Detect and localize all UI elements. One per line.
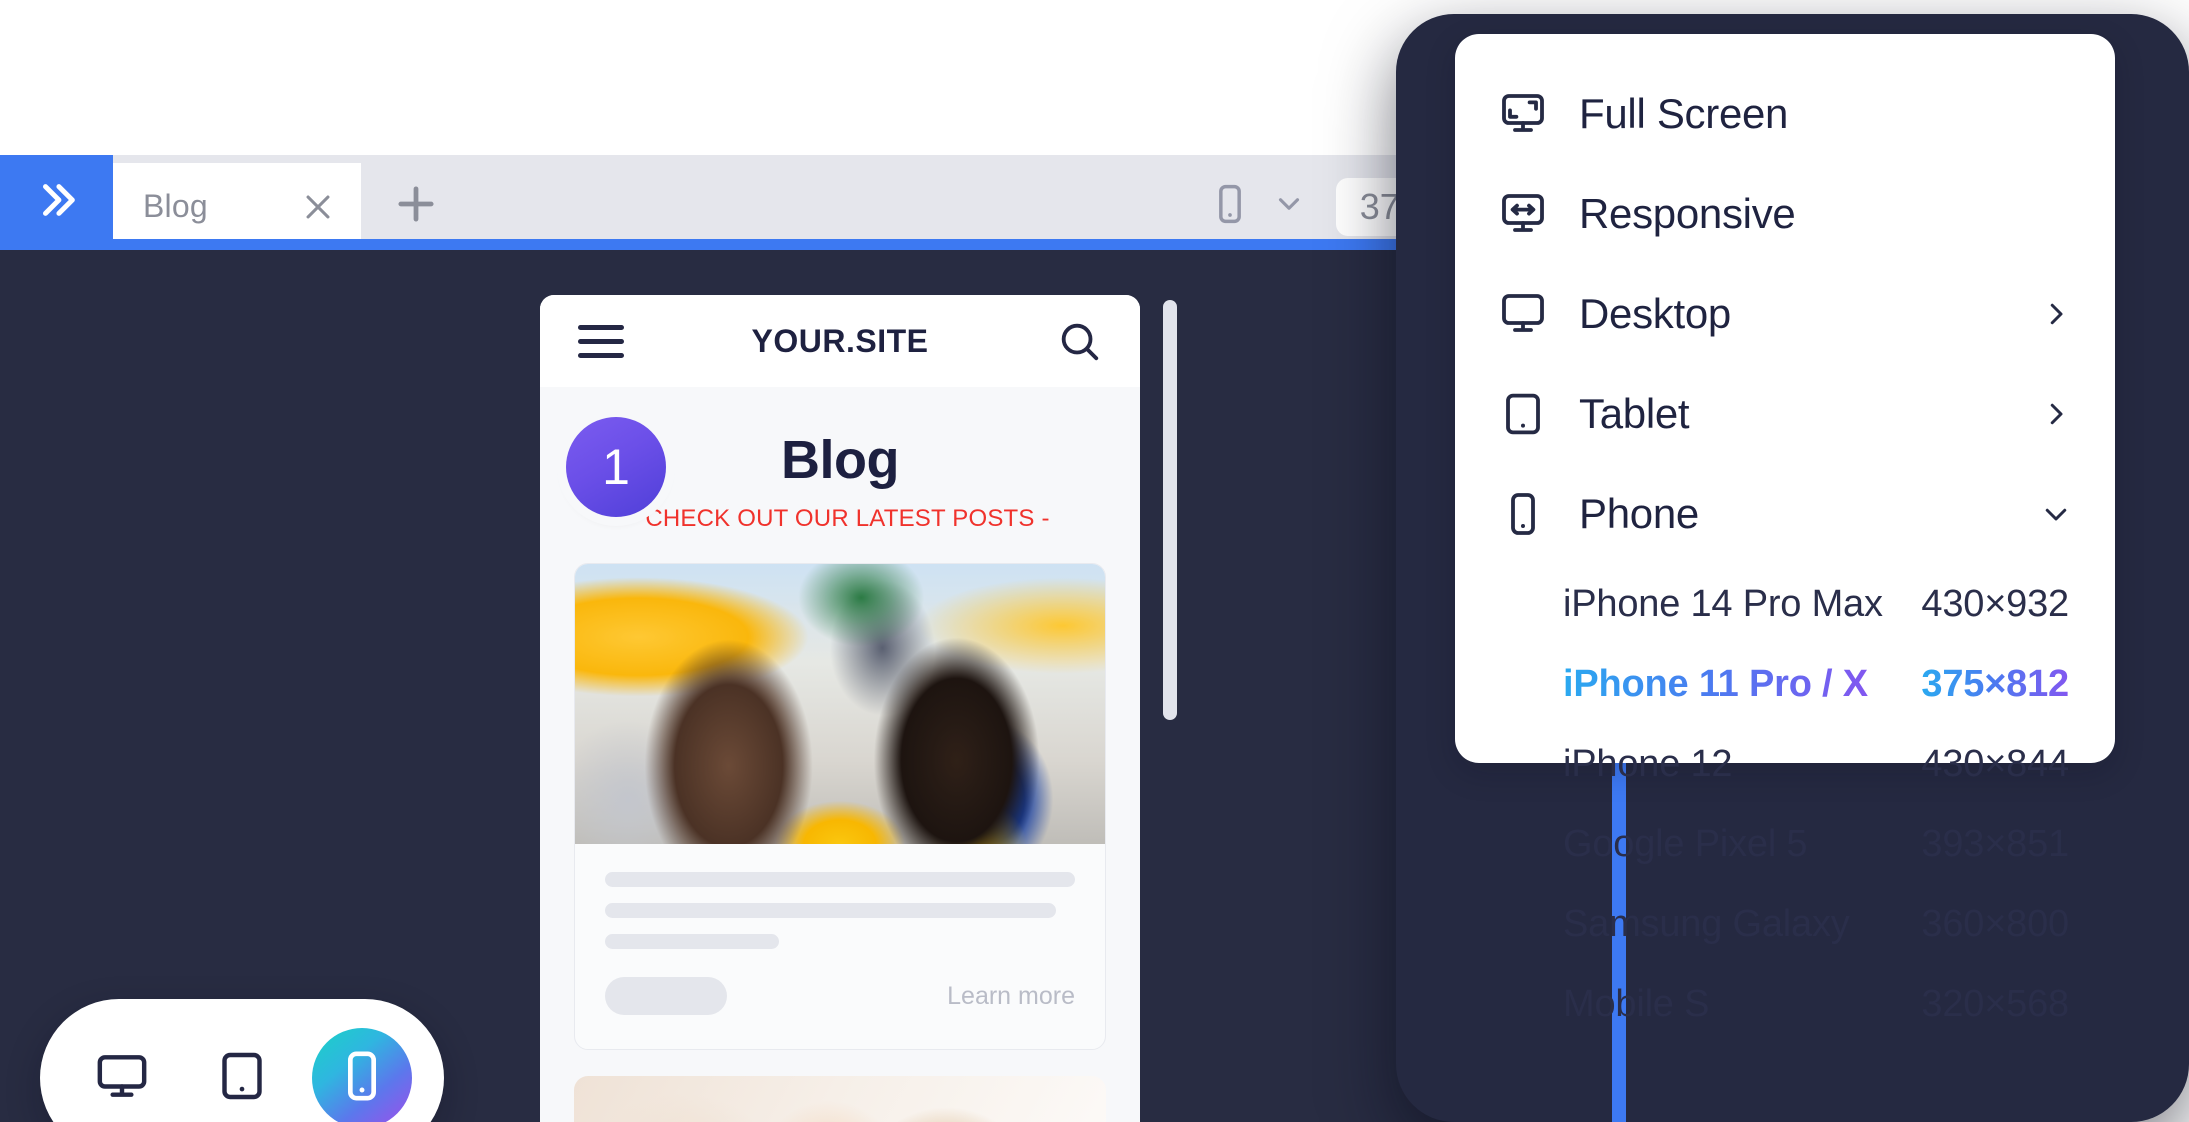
skeleton-line — [605, 903, 1057, 918]
blog-card-secondary[interactable] — [574, 1076, 1106, 1122]
site-header: YOUR.SITE — [540, 295, 1140, 387]
menu-item-label: Desktop — [1579, 290, 1731, 337]
tab-title: Blog — [143, 188, 208, 224]
device-size: 430×844 — [1921, 742, 2069, 785]
device-size: 393×851 — [1921, 822, 2069, 865]
device-toggle-tablet[interactable] — [192, 1028, 292, 1122]
browser-tab[interactable]: Blog — [113, 163, 361, 250]
device-name: iPhone 14 Pro Max — [1563, 582, 1883, 625]
browser-mockup: Blog 375 YOUR.SITE 1 Blog - CHECK OUT OU… — [0, 155, 1618, 1122]
device-type-selector[interactable] — [1208, 182, 1306, 231]
device-option-row[interactable]: iPhone 12 430×844 — [1455, 724, 2115, 804]
menu-item-tablet[interactable]: Tablet — [1455, 364, 2115, 464]
plus-icon — [390, 178, 442, 235]
device-size: 360×800 — [1921, 902, 2069, 945]
device-size: 375×812 — [1921, 662, 2069, 705]
skeleton-line — [605, 872, 1075, 887]
close-icon[interactable] — [301, 190, 335, 224]
device-name: Mobile S — [1563, 982, 1710, 1025]
phone-preview-frame: YOUR.SITE 1 Blog - CHECK OUT OUR LATEST … — [540, 295, 1140, 1122]
device-option-row[interactable]: iPhone 14 Pro Max 430×932 — [1455, 564, 2115, 644]
device-toggle-desktop[interactable] — [72, 1028, 172, 1122]
chevrons-right-icon — [34, 177, 80, 228]
menu-item-phone[interactable]: Phone — [1455, 464, 2115, 564]
chevron-right-icon — [2041, 399, 2071, 429]
device-toggle-phone[interactable] — [312, 1028, 412, 1122]
tablet-icon — [214, 1048, 270, 1109]
device-name: Google Pixel 5 — [1563, 822, 1808, 865]
menu-item-label: Phone — [1579, 490, 1699, 537]
learn-more-link[interactable]: Learn more — [947, 982, 1075, 1011]
blog-card-body: Learn more — [575, 844, 1105, 1049]
responsive-icon — [1497, 188, 1549, 240]
preview-viewport: YOUR.SITE 1 Blog - CHECK OUT OUR LATEST … — [0, 250, 1618, 1122]
tablet-icon — [1497, 388, 1549, 440]
device-name: iPhone 12 — [1563, 742, 1733, 785]
device-option-row[interactable]: Mobile S 320×568 — [1455, 964, 2115, 1044]
browser-tabstrip: Blog 375 — [0, 155, 1618, 250]
chevron-down-icon[interactable] — [1272, 187, 1306, 226]
device-size: 320×568 — [1921, 982, 2069, 1025]
annotation-pin-number: 1 — [602, 439, 630, 495]
blog-card-footer: Learn more — [605, 977, 1075, 1015]
chevron-down-icon — [2041, 499, 2071, 529]
annotation-pin[interactable]: 1 — [566, 417, 666, 517]
menu-item-label: Full Screen — [1579, 90, 1789, 137]
site-brand: YOUR.SITE — [751, 322, 929, 359]
skeleton-line — [605, 934, 779, 949]
phone-icon — [1208, 182, 1252, 231]
menu-item-label: Responsive — [1579, 190, 1796, 237]
fullscreen-icon — [1497, 88, 1549, 140]
menu-item-desktop[interactable]: Desktop — [1455, 264, 2115, 364]
blog-card-image — [575, 564, 1105, 844]
phone-icon — [1497, 488, 1549, 540]
phone-icon — [334, 1048, 390, 1109]
skeleton-button — [605, 977, 727, 1015]
search-icon[interactable] — [1056, 318, 1102, 364]
sidebar-expand-button[interactable] — [0, 155, 113, 250]
preview-scrollbar[interactable] — [1163, 300, 1177, 720]
desktop-icon — [94, 1048, 150, 1109]
blog-card[interactable]: Learn more — [574, 563, 1106, 1050]
menu-item-label: Tablet — [1579, 390, 1690, 437]
screenshot-root: Blog 375 YOUR.SITE 1 Blog - CHECK OUT OU… — [0, 0, 2189, 1122]
menu-item-responsive[interactable]: Responsive — [1455, 164, 2115, 264]
device-size: 430×932 — [1921, 582, 2069, 625]
chevron-right-icon — [2041, 299, 2071, 329]
device-name: iPhone 11 Pro / X — [1563, 662, 1868, 705]
blog-hero: 1 Blog - CHECK OUT OUR LATEST POSTS - — [540, 387, 1140, 541]
device-option-row[interactable]: Google Pixel 5 393×851 — [1455, 804, 2115, 884]
device-option-row-selected[interactable]: iPhone 11 Pro / X 375×812 — [1455, 644, 2115, 724]
desktop-icon — [1497, 288, 1549, 340]
device-toggle-pill — [40, 999, 444, 1122]
new-tab-button[interactable] — [361, 163, 471, 250]
device-menu: Full Screen Responsive Desktop Tablet Ph… — [1455, 34, 2115, 1025]
device-name: Samsung Galaxy — [1563, 902, 1850, 945]
menu-item-full-screen[interactable]: Full Screen — [1455, 64, 2115, 164]
device-option-row[interactable]: Samsung Galaxy 360×800 — [1455, 884, 2115, 964]
hamburger-icon[interactable] — [578, 316, 624, 367]
